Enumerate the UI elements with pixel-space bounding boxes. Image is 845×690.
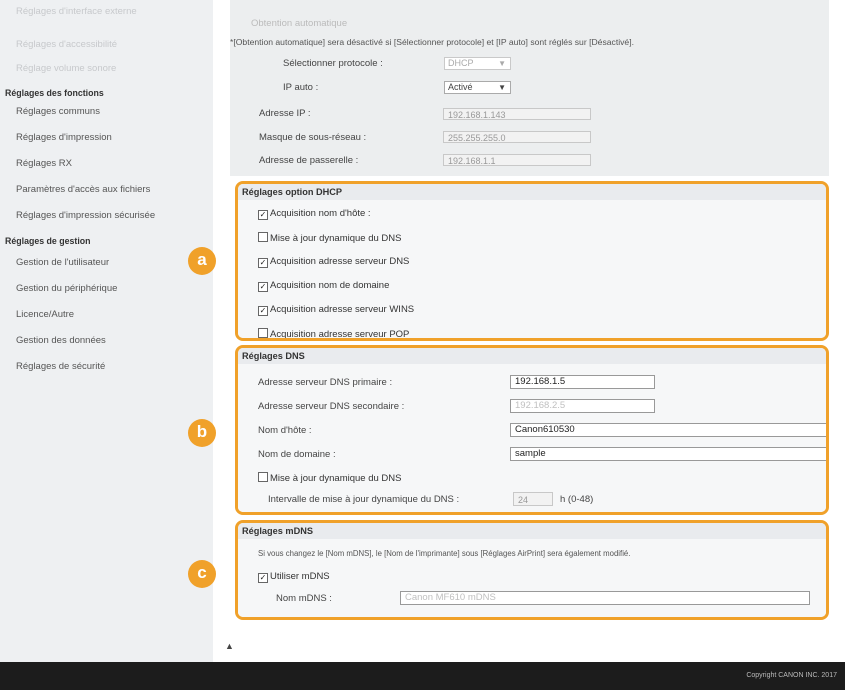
sidebar-item-reglages-d-impression[interactable]: Réglages d'impression xyxy=(0,132,213,143)
dhcp-option-checkbox[interactable]: Acquisition adresse serveur POP xyxy=(258,328,410,340)
chevron-down-icon: ▼ xyxy=(498,83,506,92)
protocol-select[interactable]: DHCP ▼ xyxy=(444,57,511,70)
ip-auto-label: IP auto : xyxy=(283,82,319,93)
sidebar-heading-reglages-des-fonctions: Réglages des fonctions xyxy=(5,88,104,98)
sidebar: Réglages d'interface externe Réglages d'a… xyxy=(0,0,213,662)
sidebar-item-reglages-d-impression-securisee[interactable]: Réglages d'impression sécurisée xyxy=(0,210,213,221)
dhcp-option-label: Acquisition nom de domaine xyxy=(270,280,390,291)
subnet-mask-label: Masque de sous-réseau : xyxy=(259,132,367,143)
protocol-label: Sélectionner protocole : xyxy=(283,58,383,69)
dns-settings-section: Réglages DNS Adresse serveur DNS primair… xyxy=(235,345,829,515)
dhcp-option-checkbox[interactable]: ✓ Acquisition nom d'hôte : xyxy=(258,208,371,220)
gateway-field: 192.168.1.1 xyxy=(443,154,591,166)
sidebar-item-licence-autre[interactable]: Licence/Autre xyxy=(0,309,213,320)
copyright: Copyright CANON INC. 2017 xyxy=(746,672,837,679)
dhcp-option-label: Acquisition adresse serveur WINS xyxy=(270,304,415,315)
dns-section-title: Réglages DNS xyxy=(238,348,826,364)
checkbox-icon xyxy=(258,328,268,338)
protocol-select-value: DHCP xyxy=(448,58,474,68)
ip-auto-select[interactable]: Activé ▼ xyxy=(444,81,511,94)
ip-address-label: Adresse IP : xyxy=(259,108,311,119)
hostname-label: Nom d'hôte : xyxy=(258,425,312,436)
mdns-settings-section: Réglages mDNS Si vous changez le [Nom mD… xyxy=(235,520,829,620)
gateway-label: Adresse de passerelle : xyxy=(259,155,359,166)
footer: Copyright CANON INC. 2017 xyxy=(0,662,845,690)
sidebar-item-gestion-de-l-utilisateur[interactable]: Gestion de l'utilisateur xyxy=(0,257,213,268)
domain-name-input[interactable]: sample xyxy=(510,447,826,461)
auto-obtain-label: Obtention automatique xyxy=(251,18,348,29)
checkbox-icon xyxy=(258,472,268,482)
dhcp-option-checkbox[interactable]: ✓ Acquisition nom de domaine xyxy=(258,280,389,292)
ip-auto-select-value: Activé xyxy=(448,82,473,92)
mdns-section-title: Réglages mDNS xyxy=(238,523,826,539)
ip-address-field: 192.168.1.143 xyxy=(443,108,591,120)
sidebar-item-reglages-de-securite[interactable]: Réglages de sécurité xyxy=(0,361,213,372)
sidebar-item-reglages-d-accessibilite[interactable]: Réglages d'accessibilité xyxy=(0,39,213,50)
dhcp-option-label: Acquisition nom d'hôte : xyxy=(270,208,371,219)
checkmark-icon: ✓ xyxy=(258,573,268,583)
dhcp-option-label: Mise à jour dynamique du DNS xyxy=(270,233,402,244)
dhcp-options-section: Réglages option DHCP ✓ Acquisition nom d'… xyxy=(235,181,829,341)
badge-c: c xyxy=(188,560,216,588)
sidebar-item-gestion-des-donnees[interactable]: Gestion des données xyxy=(0,335,213,346)
main-content: Obtention automatique *[Obtention automa… xyxy=(213,0,845,662)
domain-name-label: Nom de domaine : xyxy=(258,449,336,460)
dhcp-option-label: Acquisition adresse serveur POP xyxy=(270,329,410,340)
use-mdns-checkbox[interactable]: ✓ Utiliser mDNS xyxy=(258,571,330,583)
sidebar-item-reglage-volume-sonore[interactable]: Réglage volume sonore xyxy=(0,63,213,74)
sidebar-item-reglages-rx[interactable]: Réglages RX xyxy=(0,158,213,169)
dns-interval-input[interactable]: 24 xyxy=(513,492,553,506)
dns-primary-label: Adresse serveur DNS primaire : xyxy=(258,377,393,388)
use-mdns-label: Utiliser mDNS xyxy=(270,571,330,582)
dhcp-option-checkbox[interactable]: Mise à jour dynamique du DNS xyxy=(258,232,401,244)
dns-secondary-input[interactable]: 192.168.2.5 xyxy=(510,399,655,413)
sidebar-item-parametres-d-acces-aux-fichiers[interactable]: Paramètres d'accès aux fichiers xyxy=(0,184,213,195)
dhcp-option-checkbox[interactable]: ✓ Acquisition adresse serveur DNS xyxy=(258,256,409,268)
checkmark-icon: ✓ xyxy=(258,210,268,220)
sidebar-item-gestion-du-peripherique[interactable]: Gestion du périphérique xyxy=(0,283,213,294)
sidebar-item-reglages-d-interface-externe[interactable]: Réglages d'interface externe xyxy=(0,6,213,17)
badge-b: b xyxy=(188,419,216,447)
dhcp-option-checkbox[interactable]: ✓ Acquisition adresse serveur WINS xyxy=(258,304,414,316)
ip-settings-area: Obtention automatique *[Obtention automa… xyxy=(230,0,829,176)
mdns-name-input[interactable]: Canon MF610 mDNS xyxy=(400,591,810,605)
dns-primary-input[interactable]: 192.168.1.5 xyxy=(510,375,655,389)
dns-interval-unit: h (0-48) xyxy=(560,494,594,505)
badge-a: a xyxy=(188,247,216,275)
mdns-note: Si vous changez le [Nom mDNS], le [Nom d… xyxy=(258,549,631,558)
scroll-to-top-icon[interactable]: ▲ xyxy=(225,641,234,651)
dns-dynamic-update-label: Mise à jour dynamique du DNS xyxy=(270,473,402,484)
subnet-mask-field: 255.255.255.0 xyxy=(443,131,591,143)
sidebar-heading-reglages-de-gestion: Réglages de gestion xyxy=(5,236,91,246)
dhcp-option-label: Acquisition adresse serveur DNS xyxy=(270,256,410,267)
checkmark-icon: ✓ xyxy=(258,258,268,268)
chevron-down-icon: ▼ xyxy=(498,59,506,68)
checkmark-icon: ✓ xyxy=(258,306,268,316)
sidebar-item-reglages-communs[interactable]: Réglages communs xyxy=(0,106,213,117)
checkmark-icon: ✓ xyxy=(258,282,268,292)
dns-secondary-label: Adresse serveur DNS secondaire : xyxy=(258,401,405,412)
dns-interval-label: Intervalle de mise à jour dynamique du D… xyxy=(268,494,460,505)
hostname-input[interactable]: Canon610530 xyxy=(510,423,826,437)
checkbox-icon xyxy=(258,232,268,242)
dhcp-section-title: Réglages option DHCP xyxy=(238,184,826,200)
mdns-name-label: Nom mDNS : xyxy=(276,593,332,604)
auto-obtain-note: *[Obtention automatique] sera désactivé … xyxy=(230,37,634,47)
dns-dynamic-update-checkbox[interactable]: Mise à jour dynamique du DNS xyxy=(258,472,401,484)
